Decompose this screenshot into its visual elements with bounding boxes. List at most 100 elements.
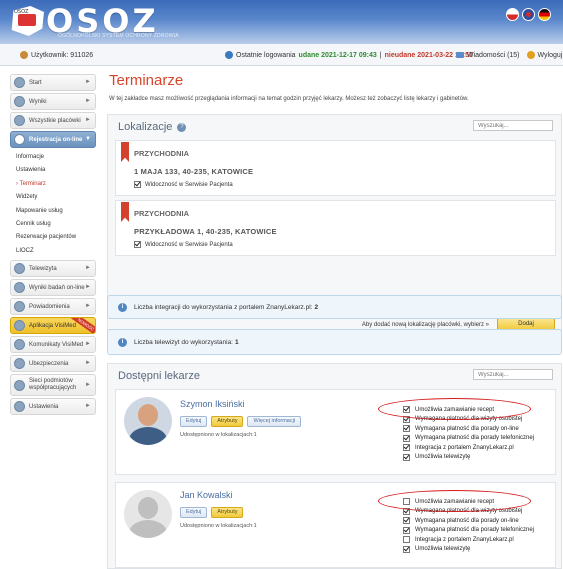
chevron-right-icon: ► bbox=[85, 382, 91, 389]
sidebar-item-partner-networks[interactable]: Sieci podmiotów współpracujących ► bbox=[10, 374, 96, 397]
option-checkbox[interactable] bbox=[403, 517, 410, 525]
sidebar-item-lab-results[interactable]: Wyniki badań on-line ► bbox=[10, 279, 96, 297]
info-icon: i bbox=[118, 302, 127, 312]
lab-icon bbox=[14, 282, 25, 294]
televisits-info-text: Liczba telewizyt do wykorzystania: bbox=[134, 338, 233, 346]
sidebar: Start ► Wyniki ► Wszystkie placówki ► Re… bbox=[10, 74, 96, 417]
location-address: PRZYKŁADOWA 1, 40-235, KATOWICE bbox=[134, 227, 277, 236]
flag-uk-icon[interactable] bbox=[522, 8, 535, 21]
option-row[interactable]: Umożliwia telewizytę bbox=[403, 545, 534, 555]
submenu-item-price-list[interactable]: Cennik usług bbox=[10, 218, 96, 231]
top-status-bar: Użytkownik: 911026 Ostatnie logowania ud… bbox=[0, 44, 563, 66]
option-checkbox[interactable] bbox=[403, 526, 410, 534]
doctor-name[interactable]: Szymon Iksiński bbox=[180, 399, 245, 409]
edit-button[interactable]: Edytuj bbox=[180, 507, 208, 518]
submenu-item-widgets[interactable]: Widżety bbox=[10, 191, 96, 204]
flag-de-icon[interactable] bbox=[538, 8, 551, 21]
option-row[interactable]: Wymagana płatność dla porady telefoniczn… bbox=[403, 526, 534, 536]
doctors-title: Dostępni lekarze bbox=[118, 370, 200, 382]
sidebar-item-visimed-messages[interactable]: Komunikaty VisiMed ► bbox=[10, 336, 96, 354]
chevron-right-icon: ► bbox=[85, 98, 91, 104]
option-checkbox[interactable] bbox=[403, 536, 410, 544]
user-info: Użytkownik: 911026 bbox=[20, 51, 93, 59]
attributes-button[interactable]: Atrybuty bbox=[211, 416, 244, 427]
topbar-actions: Wiadomości (15) Wyloguj bbox=[456, 51, 562, 59]
locations-title: Lokalizacje bbox=[118, 121, 173, 133]
doctor-name[interactable]: Jan Kowalski bbox=[180, 490, 233, 500]
logout-link[interactable]: Wyloguj bbox=[538, 52, 563, 59]
sidebar-item-results[interactable]: Wyniki ► bbox=[10, 93, 96, 110]
last-login-label: Ostatnie logowania bbox=[236, 51, 296, 59]
option-row[interactable]: Umożliwia telewizytę bbox=[403, 453, 534, 463]
insurance-icon bbox=[14, 358, 25, 370]
sidebar-item-label: Powiadomienia bbox=[29, 303, 70, 310]
option-row[interactable]: Integracja z portalem ZnanyLekarz.pl bbox=[403, 535, 534, 545]
option-checkbox[interactable] bbox=[403, 425, 410, 433]
option-checkbox[interactable] bbox=[403, 434, 410, 442]
highlight-annotation bbox=[378, 398, 531, 420]
submenu-item-reservations[interactable]: Rezerwacje pacjentów bbox=[10, 231, 96, 244]
info-icon: i bbox=[118, 337, 127, 347]
sidebar-item-insurance[interactable]: Ubezpieczenia ► bbox=[10, 355, 96, 373]
header-bar: OSOZ OSOZ OGÓLNOPOLSKI SYSTEM OCHRONY ZD… bbox=[0, 0, 563, 44]
shared-locations-text: Udostępniono w lokalizacjach:1 bbox=[180, 523, 257, 529]
sidebar-item-notifications[interactable]: Powiadomienia ► bbox=[10, 298, 96, 316]
sidebar-item-start[interactable]: Start ► bbox=[10, 74, 96, 91]
option-row[interactable]: Wymagana płatność dla porady on-line bbox=[403, 516, 534, 526]
shared-locations-text: Udostępniono w lokalizacjach:1 bbox=[180, 432, 257, 438]
visibility-checkbox[interactable] bbox=[134, 181, 141, 188]
location-name: PRZYCHODNIA bbox=[134, 209, 190, 218]
option-checkbox[interactable] bbox=[403, 453, 410, 461]
doctor-actions: Edytuj Atrybuty bbox=[180, 507, 244, 518]
chevron-right-icon: ► bbox=[85, 284, 91, 291]
submenu-item-info[interactable]: Informacje bbox=[10, 151, 96, 164]
option-row[interactable]: Wymagana płatność dla porady on-line bbox=[403, 424, 534, 434]
doctor-card: Jan Kowalski Edytuj Atrybuty Udostępnion… bbox=[115, 482, 556, 568]
submenu-item-settings[interactable]: Ustawienia bbox=[10, 164, 96, 177]
sidebar-item-visimed-app[interactable]: Aplikacja VisiMed NOWOŚĆ bbox=[10, 317, 96, 335]
option-label: Integracja z portalem ZnanyLekarz.pl bbox=[415, 536, 514, 543]
visibility-checkbox-row[interactable]: Widoczność w Serwisie Pacjenta bbox=[134, 181, 233, 188]
home-icon bbox=[14, 77, 25, 88]
add-location-text: Aby dodać nową lokalizację placówki, wyb… bbox=[361, 321, 489, 328]
submenu-item-label: Terminarz bbox=[19, 180, 46, 187]
televisits-info-box: i Liczba telewizyt do wykorzystania: 1 bbox=[107, 329, 562, 355]
submenu-item-service-mapping[interactable]: Mapowanie usług bbox=[10, 205, 96, 218]
login-success-text: udane 2021-12-17 09:43 bbox=[298, 51, 377, 59]
login-info: Ostatnie logowania udane 2021-12-17 09:4… bbox=[225, 51, 473, 59]
messages-link[interactable]: Wiadomości (15) bbox=[467, 52, 520, 59]
highlight-annotation bbox=[378, 490, 531, 512]
submenu-item-schedule[interactable]: › Terminarz bbox=[10, 178, 96, 191]
attributes-button[interactable]: Atrybuty bbox=[211, 507, 244, 518]
option-row[interactable]: Integracja z portalem ZnanyLekarz.pl bbox=[403, 443, 534, 453]
chevron-right-icon: ► bbox=[85, 341, 91, 348]
sidebar-item-televisit[interactable]: Telewizyta ► bbox=[10, 260, 96, 278]
chevron-down-icon: ▼ bbox=[85, 136, 91, 142]
envelope-icon bbox=[456, 52, 464, 58]
doctors-search-input[interactable] bbox=[473, 369, 553, 380]
chevron-right-icon: ► bbox=[85, 403, 91, 410]
doctors-header: Dostępni lekarze bbox=[118, 370, 200, 382]
visibility-checkbox-row[interactable]: Widoczność w Serwisie Pacjenta bbox=[134, 241, 233, 248]
help-icon[interactable]: ? bbox=[177, 122, 187, 132]
sidebar-item-label: Ustawienia bbox=[29, 403, 59, 410]
sidebar-item-all-clinics[interactable]: Wszystkie placówki ► bbox=[10, 112, 96, 129]
option-checkbox[interactable] bbox=[403, 444, 410, 452]
edit-button[interactable]: Edytuj bbox=[180, 416, 208, 427]
sidebar-item-online-registration[interactable]: Rejestracja on-line ▼ bbox=[10, 131, 96, 148]
option-row[interactable]: Wymagana płatność dla porady telefoniczn… bbox=[403, 434, 534, 444]
sidebar-item-settings[interactable]: Ustawienia ► bbox=[10, 398, 96, 416]
locations-search-input[interactable] bbox=[473, 120, 553, 131]
more-info-button[interactable]: Więcej informacji bbox=[247, 416, 302, 427]
televisits-info-value: 1 bbox=[235, 338, 239, 346]
sidebar-item-label: Wyniki badań on-line bbox=[29, 284, 85, 291]
option-checkbox[interactable] bbox=[403, 545, 410, 553]
flag-pl-icon[interactable] bbox=[506, 8, 519, 21]
location-address: 1 MAJA 133, 40-235, KATOWICE bbox=[134, 167, 254, 176]
integrations-info-value: 2 bbox=[314, 303, 319, 311]
settings-icon bbox=[14, 401, 25, 413]
submenu-item-liocz[interactable]: LIOCZ bbox=[10, 245, 96, 258]
chevron-right-icon: ► bbox=[85, 303, 91, 310]
poland-map-logo-icon: OSOZ bbox=[11, 6, 44, 36]
visibility-checkbox[interactable] bbox=[134, 241, 141, 248]
